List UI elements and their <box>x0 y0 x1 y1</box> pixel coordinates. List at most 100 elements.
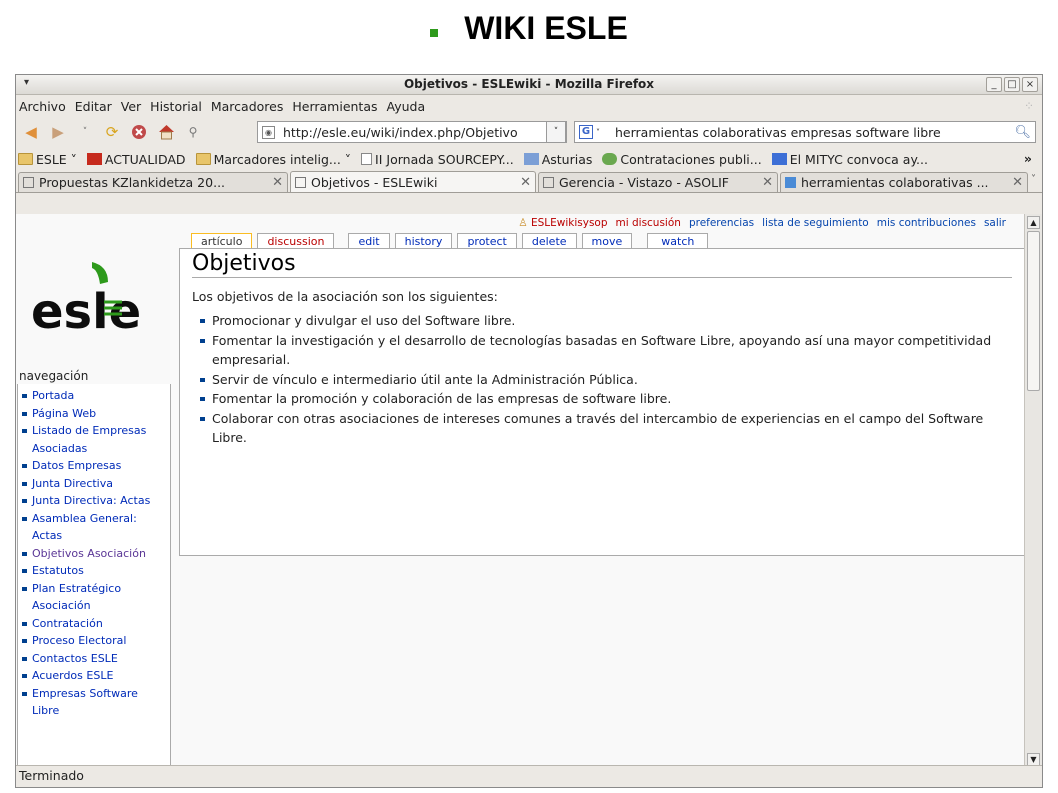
contributions-link[interactable]: mis contribuciones <box>877 217 976 229</box>
bookmark-asturias[interactable]: Asturias <box>523 152 592 167</box>
bookmark-actualidad[interactable]: ACTUALIDAD <box>86 152 186 167</box>
nav-item[interactable]: Datos Empresas <box>22 457 162 475</box>
minimize-button[interactable]: _ <box>986 77 1002 92</box>
tab-close-icon[interactable]: ✕ <box>266 175 283 190</box>
objectives-list: Promocionar y divulgar el uso del Softwa… <box>200 311 1012 448</box>
stop-icon[interactable] <box>130 123 148 141</box>
user-link[interactable]: ♙ ESLEwikisysop <box>518 217 607 229</box>
tab-close-icon[interactable]: ✕ <box>1006 175 1023 190</box>
nav-item[interactable]: Página Web <box>22 405 162 423</box>
nav-item[interactable]: Objetivos Asociación <box>22 545 162 563</box>
nav-item[interactable]: Contratación <box>22 615 162 633</box>
nav-item[interactable]: Acuerdos ESLE <box>22 667 162 685</box>
menu-ayuda[interactable]: Ayuda <box>387 99 426 114</box>
menu-archivo[interactable]: Archivo <box>19 99 66 114</box>
throbber-icon: ⁘ <box>1023 99 1034 113</box>
bookmark-esle[interactable]: ESLE ˅ <box>18 152 77 167</box>
site-icon <box>523 153 539 165</box>
tab-propuestas[interactable]: Propuestas KZlankidetza 20... ✕ <box>18 172 288 192</box>
bookmark-contrataciones[interactable]: Contrataciones publi... <box>602 152 762 167</box>
menu-herramientas[interactable]: Herramientas <box>292 99 377 114</box>
bookmarks-toolbar: ESLE ˅ ACTUALIDAD Marcadores intelig... … <box>16 147 1042 171</box>
slide-title-text: WIKI ESLE <box>464 10 628 46</box>
list-item: Servir de vínculo e intermediario útil a… <box>200 370 1012 390</box>
logout-link[interactable]: salir <box>984 217 1006 229</box>
search-engine-selector[interactable]: G ˅ <box>575 122 615 142</box>
close-button[interactable]: × <box>1022 77 1038 92</box>
status-bar: Terminado <box>16 765 1042 787</box>
url-dropdown-icon[interactable]: ˅ <box>546 121 566 143</box>
search-bar[interactable]: G ˅ herramientas colaborativas empresas s… <box>574 121 1036 143</box>
page-content: ♙ ESLEwikisysop mi discusión preferencia… <box>16 214 1024 768</box>
talk-link[interactable]: mi discusión <box>616 217 681 229</box>
nav-item[interactable]: Plan Estratégico Asociación <box>22 580 162 615</box>
tab-move[interactable]: move <box>581 233 633 249</box>
google-tab-icon <box>785 177 796 188</box>
tab-favicon-icon <box>543 177 554 188</box>
bookmark-jornada-sourcepy[interactable]: II Jornada SOURCEPY... <box>361 152 514 167</box>
nav-item[interactable]: Estatutos <box>22 562 162 580</box>
menu-marcadores[interactable]: Marcadores <box>211 99 284 114</box>
tab-edit[interactable]: edit <box>348 233 390 249</box>
bookmarks-overflow-icon[interactable]: » <box>1024 151 1032 166</box>
nav-item[interactable]: Listado de Empresas Asociadas <box>22 422 162 457</box>
tab-article[interactable]: artículo <box>191 233 253 249</box>
forward-icon[interactable]: ▶ <box>49 123 67 141</box>
tab-list-icon[interactable]: ˅ <box>1031 174 1036 185</box>
tab-delete[interactable]: delete <box>521 233 577 249</box>
maximize-button[interactable]: □ <box>1004 77 1020 92</box>
search-input[interactable]: herramientas colaborativas empresas soft… <box>615 125 941 140</box>
menu-editar[interactable]: Editar <box>75 99 112 114</box>
tab-history[interactable]: history <box>394 233 453 249</box>
scroll-up-icon[interactable]: ▲ <box>1027 216 1040 229</box>
tab-herramientas[interactable]: herramientas colaborativas ... ✕ <box>780 172 1028 192</box>
nav-item[interactable]: Contactos ESLE <box>22 650 162 668</box>
list-item: Fomentar la promoción y colaboración de … <box>200 389 1012 409</box>
navigation-heading: navegación <box>19 369 169 385</box>
tab-favicon-icon <box>23 177 34 188</box>
article-body: Objetivos Los objetivos de la asociación… <box>179 248 1024 556</box>
nav-item[interactable]: Proceso Electoral <box>22 632 162 650</box>
url-bar[interactable]: ◉ http://esle.eu/wiki/index.php/Objetivo… <box>257 121 567 143</box>
list-item: Promocionar y divulgar el uso del Softwa… <box>200 311 1012 331</box>
tab-protect[interactable]: protect <box>457 233 517 249</box>
window-title: Objetivos - ESLEwiki - Mozilla Firefox <box>403 77 655 91</box>
page-title: Objetivos <box>192 251 1012 278</box>
article-intro: Los objetivos de la asociación son los s… <box>192 289 498 304</box>
preferences-link[interactable]: preferencias <box>689 217 754 229</box>
bullet-icon <box>430 29 439 37</box>
back-icon[interactable]: ◀ <box>22 123 40 141</box>
esle-logo[interactable]: esle <box>30 254 170 340</box>
tab-watch[interactable]: watch <box>647 233 709 249</box>
nav-item[interactable]: Empresas Software Libre <box>22 685 162 720</box>
tab-favicon-icon <box>295 176 306 188</box>
menu-bar: Archivo Editar Ver Historial Marcadores … <box>16 95 1042 117</box>
reload-icon[interactable]: ⟳ <box>103 123 121 141</box>
nav-item[interactable]: Asamblea General: Actas <box>22 510 162 545</box>
bookmark-mityc[interactable]: El MITYC convoca ay... <box>771 152 928 167</box>
vertical-scrollbar[interactable]: ▲ ▼ <box>1024 214 1042 768</box>
personal-tools: ♙ ESLEwikisysop mi discusión preferencia… <box>518 217 1006 229</box>
menu-ver[interactable]: Ver <box>121 99 141 114</box>
history-dropdown-icon[interactable]: ˅ <box>76 123 94 141</box>
nav-item[interactable]: Junta Directiva: Actas <box>22 492 162 510</box>
watchlist-link[interactable]: lista de seguimiento <box>762 217 869 229</box>
tab-close-icon[interactable]: ✕ <box>514 175 531 190</box>
tab-discussion[interactable]: discussion <box>257 233 335 249</box>
nav-item[interactable]: Portada <box>22 387 162 405</box>
page-favicon-icon: ◉ <box>262 125 275 139</box>
menu-historial[interactable]: Historial <box>150 99 202 114</box>
nav-item[interactable]: Junta Directiva <box>22 475 162 493</box>
logo-text: esle <box>31 284 141 334</box>
browser-window: ▾ Objetivos - ESLEwiki - Mozilla Firefox… <box>15 74 1043 788</box>
tab-close-icon[interactable]: ✕ <box>756 175 773 190</box>
slide-title: WIKI ESLE <box>0 10 1058 47</box>
home-icon[interactable] <box>157 123 175 141</box>
scroll-thumb[interactable] <box>1027 231 1040 391</box>
tab-objetivos[interactable]: Objetivos - ESLEwiki ✕ <box>290 171 536 192</box>
search-icon[interactable]: 🔍︎ <box>1014 125 1031 140</box>
tab-strip: Propuestas KZlankidetza 20... ✕ Objetivos… <box>16 171 1042 193</box>
tools-icon[interactable]: ⚲ <box>184 123 202 141</box>
tab-gerencia[interactable]: Gerencia - Vistazo - ASOLIF ✕ <box>538 172 778 192</box>
bookmark-marcadores-inteligentes[interactable]: Marcadores intelig... ˅ <box>195 152 351 167</box>
